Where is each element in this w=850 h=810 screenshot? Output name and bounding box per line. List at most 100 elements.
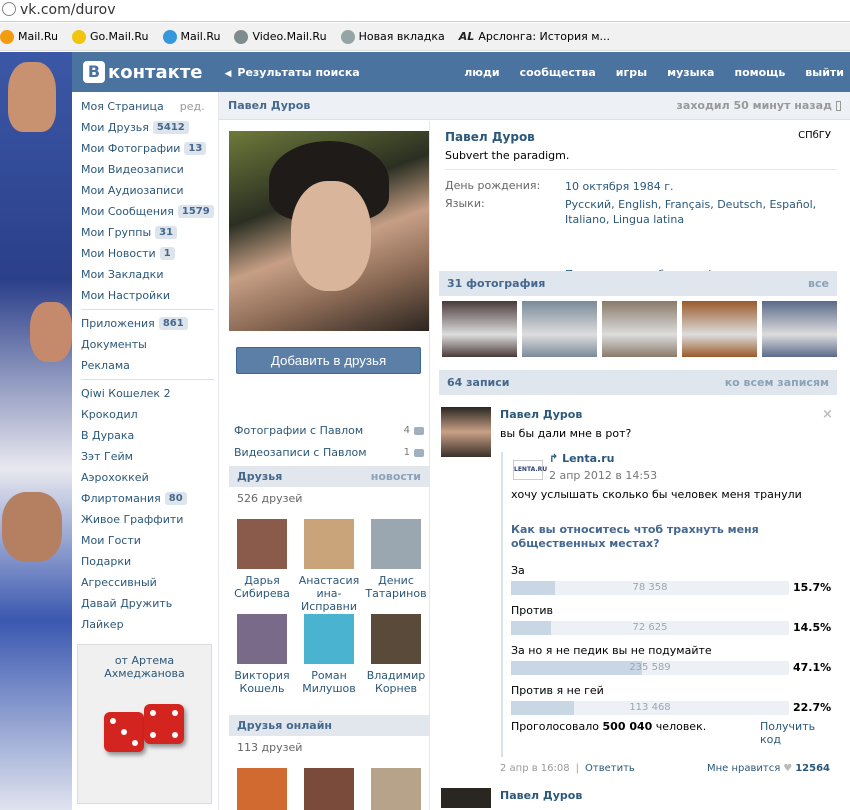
menu-item[interactable]: Лайкер [72,614,218,635]
poll-option[interactable]: За 78 358 15.7% [511,564,831,595]
bookmark-item[interactable]: Video.Mail.Ru [234,29,327,44]
online-friend-photo[interactable] [304,768,354,810]
menu-item[interactable]: Мои Гости [72,530,218,551]
friend-item[interactable]: Владимир Корнев [363,614,429,695]
next-post-author[interactable]: Павел Дуров [500,789,582,802]
friend-photo[interactable] [304,519,354,569]
menu-item[interactable]: Qiwi Кошелек 2 [72,383,218,404]
menu-item[interactable]: Подарки [72,551,218,572]
menu-item[interactable]: Мои Друзья 5412 [72,117,218,138]
menu-item[interactable]: Зэт Гейм [72,446,218,467]
friend-item[interactable]: Роман Милушов [296,614,362,695]
next-post-avatar[interactable] [441,788,491,808]
menu-item[interactable]: Мои Аудиозаписи [72,180,218,201]
dice-icon [100,700,190,760]
promo-ad[interactable]: от Артема Ахмеджанова [77,644,212,804]
poll-option-votes: 113 468 [629,702,671,713]
like-button[interactable]: Мне нравится [707,763,780,774]
all-posts-link[interactable]: ко всем записям [725,376,829,389]
menu-item[interactable]: Моя Страница ред. [72,96,218,117]
menu-item[interactable]: Крокодил [72,404,218,425]
friend-photo[interactable] [237,519,287,569]
languages-links[interactable]: Русский, English, Français, Deutsch, Esp… [565,197,835,227]
address-bar[interactable]: vk.com/durov [0,0,850,22]
photo-thumb[interactable] [442,301,517,357]
photos-header[interactable]: 31 фотография все [439,271,837,296]
close-icon[interactable]: × [822,407,833,422]
bookmark-item[interactable]: AL Арслонга: История м... [459,30,610,43]
friend-photo[interactable] [371,519,421,569]
menu-item[interactable]: Живое Граффити [72,509,218,530]
menu-item-label: Мои Видеозаписи [81,163,184,176]
online-friend-photo[interactable] [237,768,287,810]
menu-item[interactable]: Мои Видеозаписи [72,159,218,180]
bookmark-item[interactable]: Mail.Ru [162,29,220,44]
like-count: 12564 [795,763,830,774]
reply-link[interactable]: Ответить [585,763,635,774]
friend-photo[interactable] [371,614,421,664]
profile-stat-link[interactable]: Видеозаписи с Павлом 1 [234,446,424,459]
menu-item[interactable]: Документы [72,334,218,355]
menu-item[interactable]: Аэрохоккей [72,467,218,488]
mobile-icon [836,100,841,111]
friend-photo[interactable] [237,614,287,664]
friend-item[interactable]: Анастасия ина-Исправни [296,519,362,613]
nav-link-4[interactable]: помощь [734,66,785,79]
vk-logo[interactable]: Вконтакте [83,61,202,83]
menu-item[interactable]: Мои Группы 31 [72,222,218,243]
menu-item[interactable]: Мои Фотографии 13 [72,138,218,159]
repost-icon: ↱ [549,452,559,465]
nav-link-1[interactable]: сообщества [520,66,596,79]
menu-item[interactable]: Флиртомания 80 [72,488,218,509]
photo-thumb[interactable] [682,301,757,357]
repost-source[interactable]: ↱ Lenta.ru [549,452,614,465]
nav-link-5[interactable]: выйти [805,66,844,79]
profile-stat-link[interactable]: Фотографии с Павлом 4 [234,424,424,437]
heart-icon[interactable]: ♥ [783,763,792,774]
photo-thumb[interactable] [602,301,677,357]
post-author-avatar[interactable] [441,407,491,457]
post-author-name[interactable]: Павел Дуров [500,408,582,421]
profile-photo[interactable] [229,131,429,331]
bookmark-item[interactable]: Новая вкладка [340,29,445,44]
menu-item[interactable]: Мои Настройки [72,285,218,306]
poll-option[interactable]: Против я не гей 113 468 22.7% [511,684,831,715]
menu-item[interactable]: Давай Дружить [72,593,218,614]
online-friend-photo[interactable] [371,768,421,810]
menu-item[interactable]: В Дурака [72,425,218,446]
nav-link-3[interactable]: музыка [667,66,714,79]
birthday-link[interactable]: 10 октября 1984 г. [565,179,835,194]
friend-item[interactable]: Денис Татаринов [363,519,429,600]
back-to-search-link[interactable]: ◀ Результаты поиска [224,66,359,79]
lenta-logo[interactable]: LENTA.RU [513,460,547,480]
nav-link-0[interactable]: люди [464,66,499,79]
online-friends-header[interactable]: Друзья онлайн [229,715,429,736]
edit-link[interactable]: ред. [180,100,205,113]
menu-item-label: Мои Друзья [81,121,149,134]
add-friend-button[interactable]: Добавить в друзья [236,347,421,374]
menu-item[interactable]: Агрессивный [72,572,218,593]
friends-news-link[interactable]: новости [371,470,421,483]
photo-thumb[interactable] [762,301,837,357]
poll-option-label: Против я не гей [511,684,604,697]
menu-item[interactable]: Мои Закладки [72,264,218,285]
poll-option[interactable]: Против 72 625 14.5% [511,604,831,635]
post-date[interactable]: 2 апр в 16:08 [500,763,570,774]
friend-item[interactable]: Виктория Кошель [229,614,295,695]
get-code-link[interactable]: Получить код [760,720,836,746]
nav-link-2[interactable]: игры [616,66,647,79]
friend-item[interactable]: Дарья Сибирева [229,519,295,600]
menu-item[interactable]: Приложения 861 [72,313,218,334]
wall-header[interactable]: 64 записи ко всем записям [439,370,837,395]
poll-question: Как вы относитесь чтоб трахнуть меня общ… [511,523,759,550]
poll-option[interactable]: За но я не педик вы не подумайте 235 589 4… [511,644,831,675]
photo-thumb[interactable] [522,301,597,357]
bookmark-item[interactable]: Mail.Ru [0,29,58,44]
menu-item[interactable]: Реклама [72,355,218,376]
bookmark-item[interactable]: Go.Mail.Ru [71,29,149,44]
friend-photo[interactable] [304,614,354,664]
friends-block-header[interactable]: Друзья новости [229,466,429,487]
all-photos-link[interactable]: все [808,277,829,290]
menu-item[interactable]: Мои Сообщения 1579 [72,201,218,222]
menu-item[interactable]: Мои Новости 1 [72,243,218,264]
